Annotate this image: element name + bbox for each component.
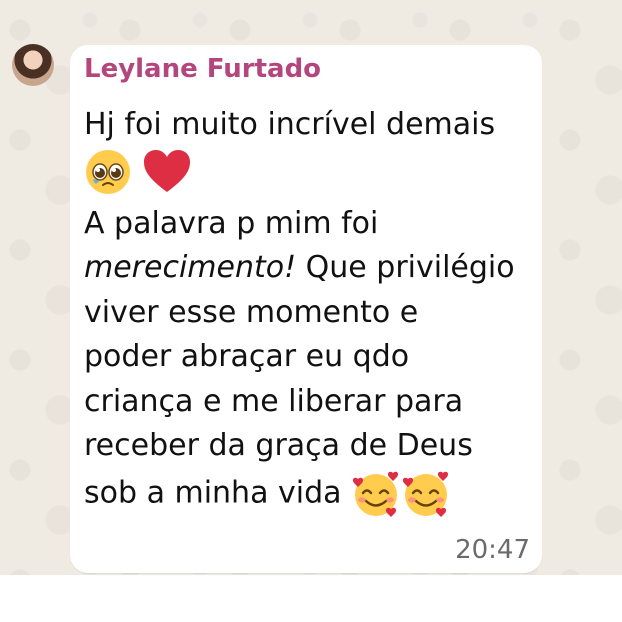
sender-avatar[interactable] bbox=[12, 44, 54, 86]
message-line: poder abraçar eu qdo bbox=[84, 339, 410, 374]
message-line: receber da graça de Deus bbox=[84, 428, 473, 463]
message-line: viver esse momento e bbox=[84, 294, 419, 330]
message-text: Hj foi muito incrível demais A palavra p… bbox=[84, 103, 529, 525]
message-line: sob a minha vida bbox=[84, 469, 529, 525]
red-heart-icon bbox=[142, 148, 192, 196]
italic-word: merecimento! bbox=[84, 250, 297, 285]
message-timestamp: 20:47 bbox=[455, 535, 530, 565]
message-line-rest: Que privilégio bbox=[296, 250, 515, 285]
smiling-face-with-hearts-icon bbox=[351, 469, 401, 519]
sender-name[interactable]: Leylane Furtado bbox=[84, 54, 321, 84]
message-line-text: sob a minha vida bbox=[84, 475, 352, 510]
emoji-line bbox=[84, 148, 529, 202]
message-line: merecimento! Que privilégio bbox=[84, 246, 529, 291]
message-line: criança e me liberar para bbox=[84, 383, 464, 419]
smiling-face-with-hearts-icon bbox=[401, 469, 451, 519]
message-line: A palavra p mim foi bbox=[84, 205, 379, 241]
pleading-face-icon bbox=[84, 148, 132, 196]
message-line: Hj foi muito incrível demais bbox=[84, 107, 496, 142]
